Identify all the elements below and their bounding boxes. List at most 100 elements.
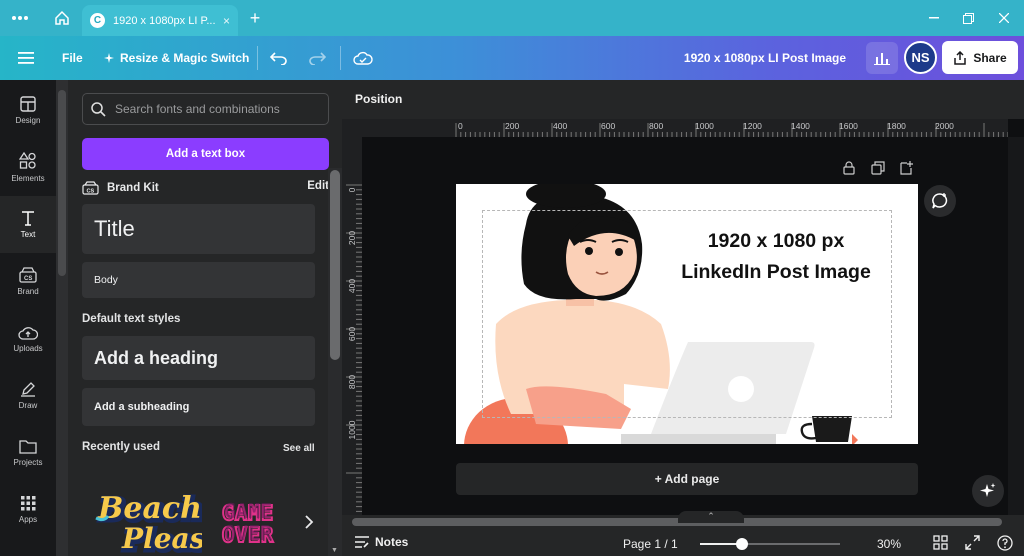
- page-indicator[interactable]: Page 1 / 1: [623, 537, 678, 551]
- text-icon: [20, 210, 36, 226]
- ruler-tick: 1000: [695, 121, 714, 131]
- recent-font-beach-please[interactable]: Beach Beach Please Please: [94, 488, 202, 556]
- ruler-tick: 400: [347, 278, 357, 294]
- design-canvas[interactable]: 1920 x 1080 px LinkedIn Post Image: [456, 184, 918, 444]
- chevron-right-icon[interactable]: [304, 514, 320, 534]
- ruler-corner: [342, 119, 362, 137]
- recent-font-game-over[interactable]: GAME OVER GAME OVER: [220, 498, 316, 550]
- rail-label: Elements: [11, 174, 45, 183]
- sparkle-icon: [104, 53, 114, 63]
- header-divider: [340, 46, 341, 70]
- ruler-tick: 200: [347, 230, 357, 246]
- add-comment-icon[interactable]: [924, 185, 956, 217]
- beach-text: Beach: [97, 491, 202, 526]
- rail-item-apps[interactable]: Apps: [0, 481, 56, 538]
- panel-scrollbar[interactable]: ▼: [328, 168, 342, 556]
- ruler-tick: 600: [601, 121, 616, 131]
- body-style-card[interactable]: Body: [82, 262, 315, 298]
- insights-chart-icon[interactable]: [866, 42, 898, 74]
- add-heading-button[interactable]: Add a heading: [82, 336, 315, 380]
- duplicate-page-icon[interactable]: [871, 161, 887, 177]
- add-page-icon[interactable]: [899, 161, 915, 177]
- cloud-save-icon[interactable]: [353, 36, 373, 80]
- grid-view-icon[interactable]: [933, 535, 949, 551]
- notes-label: Notes: [375, 535, 409, 549]
- game-text-fill: GAME: [224, 499, 272, 523]
- folder-icon: [19, 439, 37, 454]
- share-button[interactable]: Share: [942, 41, 1018, 74]
- canvas-workspace: 0 200 400 600 800 1000 1200 1400 1600 18…: [342, 119, 1024, 515]
- rail-label: Uploads: [13, 344, 43, 353]
- undo-icon[interactable]: [270, 36, 288, 80]
- menu-icon[interactable]: [18, 36, 34, 80]
- resize-magic-switch-button[interactable]: Resize & Magic Switch: [104, 36, 249, 80]
- new-tab-button[interactable]: +: [245, 8, 265, 28]
- ruler-tick: 1200: [743, 121, 762, 131]
- rail-item-text[interactable]: Text: [0, 196, 56, 253]
- fullscreen-icon[interactable]: [965, 535, 981, 551]
- rail-item-draw[interactable]: Draw: [0, 367, 56, 424]
- notes-icon: [355, 536, 369, 548]
- search-input[interactable]: [115, 102, 315, 116]
- canvas-text-line-2: LinkedIn Post Image: [681, 261, 871, 283]
- share-label: Share: [973, 50, 1007, 65]
- svg-text:CS: CS: [24, 276, 32, 282]
- rail-item-brand[interactable]: CS Brand: [0, 253, 56, 310]
- browser-tab[interactable]: C 1920 x 1080px LI P... ×: [82, 5, 238, 36]
- title-style-card[interactable]: Title: [82, 204, 315, 254]
- add-text-box-button[interactable]: Add a text box: [82, 138, 329, 170]
- brand-kit-label: Brand Kit: [107, 182, 159, 194]
- canvas-text-line-1: 1920 x 1080 px: [707, 230, 845, 252]
- ruler-tick: 1600: [839, 121, 858, 131]
- share-icon: [953, 50, 967, 65]
- resize-label: Resize & Magic Switch: [120, 51, 250, 65]
- rail-label: Projects: [13, 457, 43, 467]
- scrollbar-thumb[interactable]: [352, 518, 1002, 526]
- tab-title: 1920 x 1080px LI P...: [113, 14, 216, 27]
- editor-toolbar: Position: [342, 80, 1024, 119]
- file-menu[interactable]: File: [62, 36, 83, 80]
- ruler-tick: 1800: [887, 121, 906, 131]
- recently-used-heading: Recently used: [82, 441, 160, 453]
- browser-tab-bar: C 1920 x 1080px LI P... × +: [0, 0, 1024, 36]
- zoom-slider-handle[interactable]: [736, 538, 748, 550]
- zoom-percentage[interactable]: 30%: [877, 537, 901, 551]
- rail-scrollbar[interactable]: [56, 80, 68, 556]
- home-icon[interactable]: [52, 8, 72, 28]
- minimize-icon[interactable]: [924, 8, 944, 28]
- canvas-horizontal-scrollbar[interactable]: ⌃: [342, 511, 1024, 529]
- shapes-icon: [19, 152, 37, 170]
- close-window-icon[interactable]: [994, 8, 1014, 28]
- canvas-vertical-scrollbar[interactable]: [1008, 137, 1024, 515]
- position-button[interactable]: Position: [355, 92, 402, 106]
- canvas-heading-text[interactable]: 1920 x 1080 px LinkedIn Post Image: [646, 226, 906, 288]
- svg-text:CS: CS: [87, 189, 95, 195]
- brand-kit-edit-link[interactable]: Edit: [307, 180, 329, 192]
- scroll-down-icon[interactable]: ▼: [331, 547, 338, 554]
- add-subheading-button[interactable]: Add a subheading: [82, 388, 315, 426]
- see-all-link[interactable]: See all: [283, 443, 315, 454]
- magic-assistant-icon[interactable]: [972, 475, 1004, 507]
- ruler-tick: 600: [347, 326, 357, 342]
- ruler-tick: 800: [649, 121, 664, 131]
- restore-icon[interactable]: [958, 8, 978, 28]
- document-title[interactable]: 1920 x 1080px LI Post Image: [684, 36, 846, 80]
- font-search-box[interactable]: [82, 93, 329, 125]
- brand-icon: CS: [19, 267, 37, 283]
- rail-item-uploads[interactable]: Uploads: [0, 310, 56, 367]
- more-icon[interactable]: [10, 8, 30, 28]
- notes-button[interactable]: Notes: [355, 535, 408, 549]
- rail-item-projects[interactable]: Projects: [0, 424, 56, 481]
- rail-item-design[interactable]: Design: [0, 82, 56, 139]
- scrollbar-thumb[interactable]: [330, 170, 340, 360]
- add-page-button[interactable]: + Add page: [456, 463, 918, 495]
- expand-pages-chevron-icon[interactable]: ⌃: [678, 511, 744, 523]
- redo-icon[interactable]: [308, 36, 326, 80]
- lock-icon[interactable]: [842, 161, 858, 177]
- text-panel: Add a text box CS Brand Kit Edit Title B…: [56, 80, 342, 556]
- rail-item-elements[interactable]: Elements: [0, 139, 56, 196]
- help-icon[interactable]: [997, 535, 1013, 551]
- avatar[interactable]: NS: [904, 41, 937, 74]
- scrollbar-thumb[interactable]: [58, 90, 66, 276]
- tab-close-button[interactable]: ×: [223, 14, 230, 28]
